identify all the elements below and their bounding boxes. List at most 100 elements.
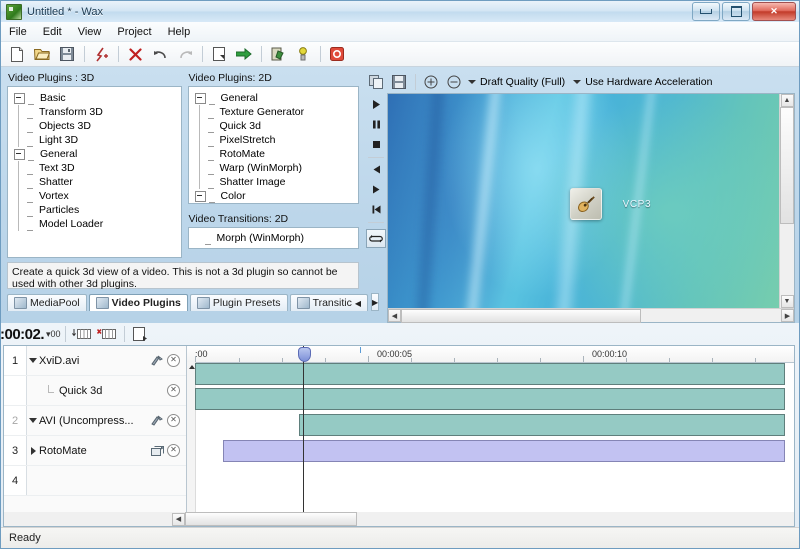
copy-frame-button[interactable] bbox=[365, 72, 387, 92]
undo-icon[interactable] bbox=[148, 43, 172, 65]
fx-icon[interactable] bbox=[151, 355, 163, 366]
export-icon[interactable] bbox=[232, 43, 256, 65]
insert-clip-icon[interactable] bbox=[70, 323, 94, 345]
collapse-toggle-icon[interactable] bbox=[14, 93, 25, 104]
tree-item[interactable]: Vortex bbox=[14, 189, 181, 203]
menu-view[interactable]: View bbox=[70, 24, 110, 40]
tree-group-general[interactable]: General bbox=[14, 147, 181, 161]
tree-group-color[interactable]: Color bbox=[195, 189, 359, 203]
expand-toggle-icon[interactable] bbox=[27, 447, 39, 455]
table-row[interactable]: Quick 3d ✕ bbox=[4, 376, 186, 406]
tree-item[interactable]: Chroma Key bbox=[195, 203, 359, 204]
tree-item[interactable]: Objects 3D bbox=[14, 119, 181, 133]
table-row[interactable]: 4 bbox=[4, 466, 186, 496]
add-plugin-icon[interactable] bbox=[89, 43, 113, 65]
tree-group-general-2d[interactable]: General bbox=[195, 91, 359, 105]
window-icon[interactable] bbox=[151, 445, 163, 456]
zoom-out-button[interactable] bbox=[443, 72, 465, 92]
tree-item[interactable]: Warp (WinMorph) bbox=[195, 161, 359, 175]
help-icon[interactable] bbox=[291, 43, 315, 65]
save-icon[interactable] bbox=[55, 43, 79, 65]
tree-item[interactable]: Texture Generator bbox=[195, 105, 359, 119]
tree-item[interactable]: Light 3D bbox=[14, 133, 181, 147]
tree-item[interactable]: RotoMate bbox=[195, 147, 359, 161]
hardware-acceleration-dropdown[interactable]: Use Hardware Acceleration bbox=[571, 76, 718, 88]
timeline-grid[interactable]: :00 00:00:05 00:00:10 bbox=[187, 346, 794, 512]
tabs-scroll-right-button[interactable]: ▶ bbox=[371, 293, 379, 311]
timeline-ruler[interactable]: :00 00:00:05 00:00:10 bbox=[187, 346, 794, 363]
timeline-clip[interactable] bbox=[223, 440, 785, 462]
table-row[interactable]: 3 RotoMate ✕ bbox=[4, 436, 186, 466]
close-track-icon[interactable]: ✕ bbox=[167, 354, 180, 367]
scroll-down-button[interactable]: ▼ bbox=[781, 295, 794, 308]
plugins-3d-tree[interactable]: Basic Transform 3D Objects 3D Light 3D G… bbox=[7, 86, 182, 258]
preview-horizontal-scrollbar[interactable]: ◀ ▶ bbox=[388, 308, 794, 322]
menu-help[interactable]: Help bbox=[160, 24, 199, 40]
timeline-scroll-thumb[interactable] bbox=[185, 512, 357, 526]
timeline-clip[interactable] bbox=[195, 388, 785, 410]
record-icon[interactable] bbox=[325, 43, 349, 65]
vertical-scroll-thumb[interactable] bbox=[780, 107, 794, 224]
step-back-button[interactable] bbox=[366, 160, 386, 179]
fx-icon[interactable] bbox=[151, 415, 163, 426]
timeline-clip[interactable] bbox=[299, 414, 785, 436]
expand-toggle-icon[interactable] bbox=[27, 358, 39, 363]
tree-item[interactable]: Morph (WinMorph) bbox=[195, 231, 359, 245]
minimize-button[interactable] bbox=[692, 2, 720, 21]
close-track-icon[interactable]: ✕ bbox=[167, 384, 180, 397]
render-icon[interactable] bbox=[207, 43, 231, 65]
properties-icon[interactable] bbox=[266, 43, 290, 65]
tab-plugin-presets[interactable]: Plugin Presets bbox=[190, 294, 288, 311]
pause-button[interactable] bbox=[366, 115, 386, 134]
plugins-2d-tree[interactable]: General Texture Generator Quick 3d Pixel… bbox=[188, 86, 360, 204]
play-button[interactable] bbox=[366, 95, 386, 114]
collapse-toggle-icon[interactable] bbox=[14, 149, 25, 160]
open-icon[interactable] bbox=[30, 43, 54, 65]
close-button[interactable]: ✕ bbox=[752, 2, 796, 21]
split-clip-icon[interactable] bbox=[129, 323, 153, 345]
timecode-display[interactable]: :00:02. bbox=[0, 326, 44, 343]
tab-transitions[interactable]: Transitic ◀ bbox=[290, 294, 368, 311]
scroll-up-button[interactable]: ▲ bbox=[781, 94, 794, 107]
tree-item[interactable]: Shatter Image bbox=[195, 175, 359, 189]
menu-edit[interactable]: Edit bbox=[35, 24, 70, 40]
collapse-toggle-icon[interactable] bbox=[195, 191, 206, 202]
tree-item[interactable]: Transform 3D bbox=[14, 105, 181, 119]
tree-item[interactable]: Particles bbox=[14, 203, 181, 217]
save-frame-button[interactable] bbox=[388, 72, 410, 92]
maximize-button[interactable] bbox=[722, 2, 750, 21]
horizontal-scroll-thumb[interactable] bbox=[401, 309, 641, 323]
table-row[interactable]: 2 AVI (Uncompress... ✕ bbox=[4, 406, 186, 436]
tree-item[interactable]: Shatter bbox=[14, 175, 181, 189]
stop-button[interactable] bbox=[366, 135, 386, 154]
table-row[interactable]: 1 XviD.avi ✕ bbox=[4, 346, 186, 376]
redo-icon[interactable] bbox=[173, 43, 197, 65]
video-preview[interactable]: VCP3 bbox=[388, 94, 779, 308]
transitions-2d-list[interactable]: Morph (WinMorph) bbox=[188, 227, 360, 249]
delete-clip-icon[interactable] bbox=[95, 323, 119, 345]
timeline-scroll-left-button[interactable]: ◀ bbox=[172, 513, 185, 526]
tree-item[interactable]: PixelStretch bbox=[195, 133, 359, 147]
tree-item[interactable]: Model Loader bbox=[14, 217, 181, 231]
go-to-start-button[interactable] bbox=[366, 200, 386, 219]
delete-icon[interactable] bbox=[123, 43, 147, 65]
menu-project[interactable]: Project bbox=[109, 24, 159, 40]
loop-button[interactable] bbox=[366, 229, 386, 248]
new-icon[interactable] bbox=[5, 43, 29, 65]
scroll-right-button[interactable]: ▶ bbox=[781, 309, 794, 322]
quality-dropdown[interactable]: Draft Quality (Full) bbox=[466, 76, 571, 88]
tab-mediapool[interactable]: MediaPool bbox=[7, 294, 87, 311]
step-forward-button[interactable] bbox=[366, 180, 386, 199]
close-track-icon[interactable]: ✕ bbox=[167, 414, 180, 427]
menu-file[interactable]: File bbox=[1, 24, 35, 40]
playhead-handle[interactable] bbox=[298, 347, 311, 362]
collapse-toggle-icon[interactable] bbox=[195, 93, 206, 104]
tab-video-plugins[interactable]: Video Plugins bbox=[89, 294, 188, 311]
zoom-in-button[interactable] bbox=[420, 72, 442, 92]
playhead-line[interactable] bbox=[303, 346, 304, 512]
scroll-left-button[interactable]: ◀ bbox=[388, 309, 401, 322]
tree-item[interactable]: Text 3D bbox=[14, 161, 181, 175]
tree-item[interactable]: Quick 3d bbox=[195, 119, 359, 133]
tree-group-basic[interactable]: Basic bbox=[14, 91, 181, 105]
close-track-icon[interactable]: ✕ bbox=[167, 444, 180, 457]
